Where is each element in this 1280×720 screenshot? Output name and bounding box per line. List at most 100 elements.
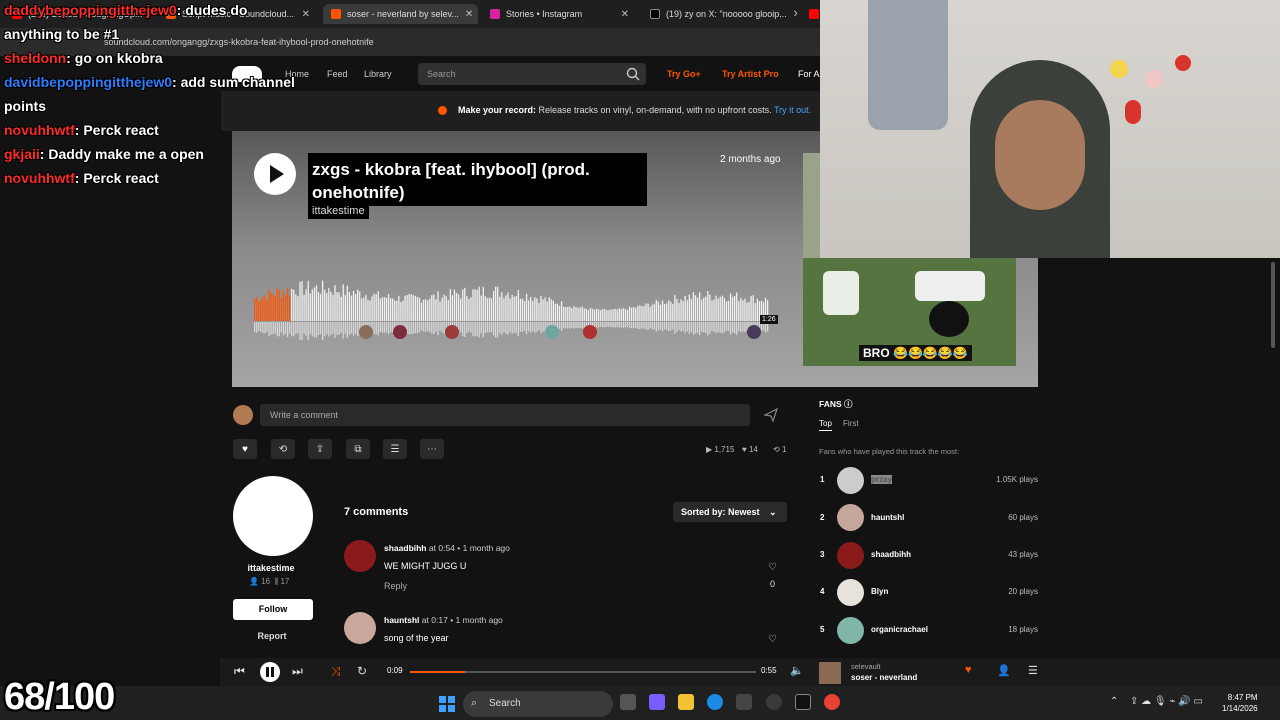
nav-library[interactable]: Library — [364, 69, 392, 79]
chevron-up-icon[interactable]: ⌃ — [1110, 696, 1118, 707]
fan-name[interactable]: hauntshl — [871, 513, 904, 522]
search-icon[interactable] — [626, 67, 640, 81]
like-icon[interactable]: ♥ — [965, 664, 972, 676]
repost-button[interactable]: ⟲ — [271, 439, 295, 459]
artist-avatar[interactable] — [233, 476, 313, 556]
reply-button[interactable]: Reply — [384, 581, 407, 591]
store-icon[interactable] — [736, 694, 752, 710]
follow-user-icon[interactable]: 👤 — [997, 664, 1011, 677]
timed-comment-avatar[interactable] — [545, 325, 559, 339]
follow-button[interactable]: Follow — [233, 599, 313, 620]
pause-button[interactable] — [260, 662, 280, 682]
sort-dropdown[interactable]: Sorted by: Newest ⌄ — [673, 502, 787, 522]
repeat-icon[interactable]: ↻ — [357, 664, 367, 678]
info-icon[interactable]: ⓘ — [844, 399, 853, 409]
scrollbar-thumb[interactable] — [1271, 262, 1275, 348]
windows-start-icon[interactable] — [439, 696, 455, 712]
waveform-bar — [571, 308, 573, 321]
timed-comment-avatar[interactable] — [583, 325, 597, 339]
browser-tab[interactable]: Stories • Instagram ✕ — [482, 4, 637, 24]
browser-tab-active[interactable]: soser - neverland by selev... ✕ — [323, 4, 478, 24]
fan-avatar[interactable] — [837, 542, 864, 569]
now-playing-artist[interactable]: selevault — [851, 662, 881, 671]
waveform-bar — [591, 308, 594, 321]
edge-icon[interactable] — [707, 694, 723, 710]
fans-tab-top[interactable]: Top — [819, 419, 832, 431]
track-artist[interactable]: ittakestime — [308, 203, 369, 219]
now-playing-artwork[interactable] — [819, 662, 841, 684]
waveform-bar-reflection — [670, 322, 672, 331]
waveform-bar — [598, 309, 600, 321]
task-view-icon[interactable] — [620, 694, 636, 710]
timed-comment-avatar[interactable] — [747, 325, 761, 339]
comment-input[interactable]: Write a comment — [260, 404, 750, 426]
nav-feed[interactable]: Feed — [327, 69, 348, 79]
timed-comment-avatar[interactable] — [359, 325, 373, 339]
browser-tab[interactable] — [801, 4, 820, 24]
copy-link-button[interactable]: ⧉ — [346, 439, 370, 459]
youtube-icon — [809, 9, 819, 19]
app-icon[interactable] — [795, 694, 811, 710]
for-artists-link[interactable]: For A — [798, 69, 820, 79]
progress-fill — [410, 671, 466, 673]
fans-tab-first[interactable]: First — [843, 419, 859, 428]
fan-avatar[interactable] — [837, 504, 864, 531]
fan-name[interactable]: organicrachael — [871, 625, 928, 634]
fan-name[interactable]: Blyn — [871, 587, 888, 596]
comment-avatar[interactable] — [344, 612, 376, 644]
waveform-bar — [567, 306, 569, 321]
close-tab-icon[interactable]: ✕ — [465, 9, 473, 20]
volume-icon[interactable]: 🔈 — [790, 664, 804, 677]
waveform-bar — [439, 301, 441, 321]
waveform-bar — [655, 299, 657, 321]
queue-icon[interactable]: ☰ — [1028, 664, 1038, 677]
fan-avatar[interactable] — [837, 467, 864, 494]
search-input[interactable]: Search — [418, 63, 646, 85]
app-icon[interactable] — [766, 694, 782, 710]
taskbar-search[interactable]: ⌕ Search — [463, 691, 613, 717]
tray-icons[interactable]: ⇪ ☁ 🎙 ⌁ 🔊 ▭ — [1130, 696, 1203, 707]
report-link[interactable]: Report — [233, 631, 311, 641]
chrome-icon[interactable] — [824, 694, 840, 710]
like-button[interactable]: ♥ — [233, 439, 257, 459]
comment-like-icon[interactable]: ♡ — [768, 634, 777, 645]
send-icon[interactable] — [764, 408, 778, 422]
file-explorer-icon[interactable] — [678, 694, 694, 710]
waveform-bar — [738, 301, 740, 321]
waveform[interactable] — [254, 279, 774, 343]
comment-avatar[interactable] — [344, 540, 376, 572]
copilot-icon[interactable] — [649, 694, 665, 710]
close-tab-icon[interactable]: ✕ — [302, 9, 310, 20]
waveform-bar-reflection — [626, 322, 629, 328]
fan-avatar[interactable] — [837, 617, 864, 644]
waveform-bar — [606, 310, 608, 321]
try-go-plus-link[interactable]: Try Go+ — [667, 69, 701, 79]
comment-like-icon[interactable]: ♡ — [768, 562, 777, 573]
waveform-bar — [387, 293, 390, 321]
try-artist-pro-link[interactable]: Try Artist Pro — [722, 69, 779, 79]
shuffle-icon[interactable]: ⤨ — [331, 664, 341, 679]
now-playing-track[interactable]: soser - neverland — [851, 673, 917, 682]
fan-name[interactable]: przay — [871, 475, 892, 484]
fan-avatar[interactable] — [837, 579, 864, 606]
close-tab-icon[interactable]: ✕ — [793, 9, 797, 20]
add-to-playlist-button[interactable]: ☰ — [383, 439, 407, 459]
artist-name[interactable]: ittakestime — [233, 563, 309, 573]
waveform-bar-reflection — [653, 322, 655, 330]
next-icon[interactable]: ⏭ — [292, 664, 303, 679]
waveform-bar — [297, 296, 299, 321]
more-button[interactable]: ⋯ — [420, 439, 444, 459]
url-text[interactable]: soundcloud.com/ongangg/zxgs-kkobra-feat-… — [104, 37, 374, 47]
taskbar-clock[interactable]: 8:47 PM 1/14/2026 — [1222, 692, 1258, 714]
waveform-bar-reflection — [433, 322, 435, 334]
timed-comment-avatar[interactable] — [445, 325, 459, 339]
previous-icon[interactable]: ⏮ — [234, 664, 245, 679]
play-button[interactable] — [254, 153, 296, 195]
share-button[interactable]: ⇪ — [308, 439, 332, 459]
fan-name[interactable]: shaadbihh — [871, 550, 911, 559]
browser-tab[interactable]: (19) zy on X: "nooooo glooip... ✕ — [642, 4, 797, 24]
progress-bar[interactable] — [410, 671, 756, 673]
timed-comment-avatar[interactable] — [393, 325, 407, 339]
banner-link[interactable]: Try it out. — [774, 105, 811, 115]
close-tab-icon[interactable]: ✕ — [621, 9, 629, 20]
